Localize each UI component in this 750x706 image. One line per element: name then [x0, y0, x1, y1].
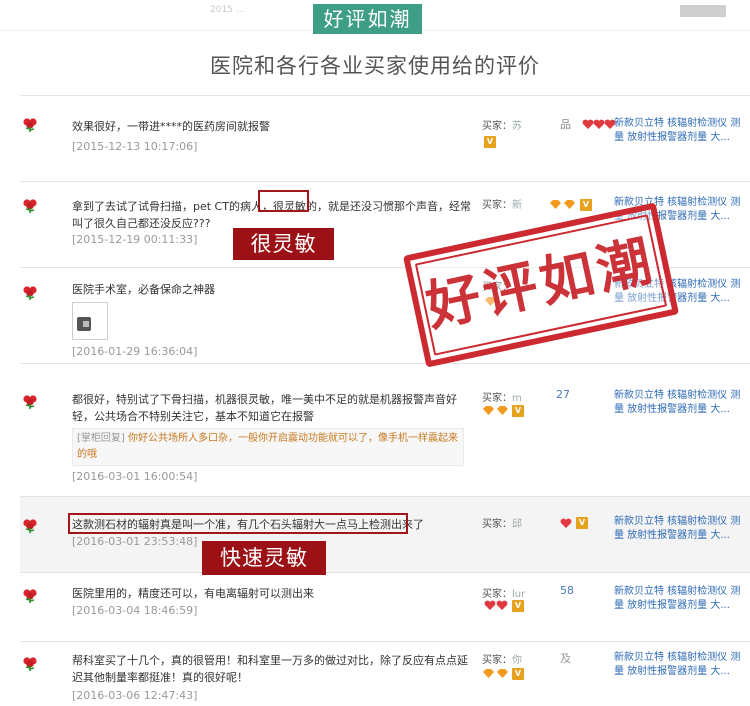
buyer-info: 买家：邱	[482, 515, 522, 530]
buyer-label: 买家：	[482, 589, 512, 600]
review-content: 帮科室买了十几个，真的很管用！和科室里一万多的做过对比，除了反应有点点延迟其他制…	[72, 654, 468, 684]
product-link[interactable]: 新款贝立特 核辐射检测仪 测量 放射性报警器剂量 大...	[614, 585, 748, 613]
review-content: 效果很好，一带进****的医药房间就报警	[72, 120, 270, 133]
rose-icon	[23, 118, 37, 132]
review-date: [2016-03-01 16:00:54]	[72, 470, 198, 483]
rose-icon	[23, 395, 37, 409]
review-date: [2015-12-19 00:11:33]	[72, 233, 198, 246]
review-content: 医院里用的，精度还可以，有电离辐射可以测出来	[72, 587, 314, 600]
buyer-name[interactable]: lur	[512, 589, 525, 600]
product-link[interactable]: 新款贝立特 核辐射检测仪 测量 放射性报警器剂量 大...	[614, 389, 748, 417]
review-date: [2015-12-13 10:17:06]	[72, 140, 198, 153]
vip-icon: V	[580, 199, 592, 211]
buyer-name[interactable]: 苏	[512, 121, 522, 132]
vip-icon: V	[512, 668, 524, 680]
annotation-label-sensitive: 很灵敏	[233, 228, 334, 260]
shop-reply: [掌柜回复] 你好公共场所人多口杂，一般你开启震动功能就可以了，像手机一样震起来…	[72, 428, 464, 466]
buyer-label: 买家：	[482, 519, 512, 530]
diamond-icon	[564, 200, 575, 209]
review-list: 效果很好，一带进****的医药房间就报警 [2015-12-13 10:17:0…	[20, 95, 750, 706]
buyer-level-number: 58	[560, 584, 574, 597]
diamond-icon	[550, 200, 561, 209]
review-content-part: 拿到了去试了试骨扫描，pet CT的病人，	[72, 200, 273, 213]
buyer-level-number: 27	[556, 388, 570, 401]
product-link[interactable]: 新款贝立特 核辐射检测仪 测量 放射性报警器剂量 大...	[614, 117, 748, 145]
vip-icon: V	[512, 600, 524, 612]
review-date: [2016-03-04 18:46:59]	[72, 604, 198, 617]
reply-tag: [掌柜回复]	[77, 433, 125, 444]
buyer-info: 买家：新	[482, 196, 522, 211]
buyer-info: 买家：m	[482, 389, 522, 404]
product-link[interactable]: 新款贝立特 核辐射检测仪 测量 放射性报警器剂量 大...	[614, 515, 748, 543]
diamond-icon	[497, 669, 508, 678]
heart-icon	[484, 600, 496, 610]
review-date: [2016-03-01 23:53:48]	[72, 535, 198, 548]
review-row: 这款测石材的辐射真是叫一个准，有几个石头辐射大一点马上检测出来了 [2016-0…	[20, 497, 750, 572]
rose-icon	[23, 199, 37, 213]
rose-icon	[23, 589, 37, 603]
buyer-label: 买家：	[482, 393, 512, 404]
product-link[interactable]: 新款贝立特 核辐射检测仪 测量 放射性报警器剂量 大...	[614, 651, 748, 679]
faint-header-text: 2015 …	[210, 5, 245, 15]
highlight-box-fast-sensitive	[68, 513, 408, 534]
rose-icon	[23, 519, 37, 533]
buyer-level-number: 及	[560, 652, 571, 665]
heart-icon	[560, 518, 572, 528]
faint-grey-block	[680, 5, 726, 17]
photo-detail	[83, 321, 89, 327]
buyer-label: 买家：	[482, 200, 512, 211]
review-row: 帮科室买了十几个，真的很管用！和科室里一万多的做过对比，除了反应有点点延迟其他制…	[20, 642, 750, 706]
annotation-label-fast-sensitive: 快速灵敏	[202, 541, 326, 575]
banner-title: 好评如潮	[313, 4, 422, 34]
review-row: 效果很好，一带进****的医药房间就报警 [2015-12-13 10:17:0…	[20, 96, 750, 181]
buyer-label: 买家：	[482, 121, 512, 132]
buyer-name[interactable]: 你	[512, 655, 522, 666]
buyer-label: 买家：	[482, 655, 512, 666]
heart-icon	[496, 600, 508, 610]
review-content: 医院手术室，必备保命之神器	[72, 283, 215, 296]
review-row: 都很好，特别试了下骨扫描，机器很灵敏，唯一美中不足的就是机器报警声音好轻，公共场…	[20, 364, 750, 491]
buyer-extra: 品	[560, 118, 571, 131]
reply-text: 你好公共场所人多口杂，一般你开启震动功能就可以了，像手机一样震起来的哦	[77, 433, 458, 460]
rose-icon	[23, 286, 37, 300]
highlight-box-sensitive	[258, 190, 309, 212]
review-row: 医院里用的，精度还可以，有电离辐射可以测出来 [2016-03-04 18:46…	[20, 573, 750, 641]
review-content: 都很好，特别试了下骨扫描，机器很灵敏，唯一美中不足的就是机器报警声音好轻，公共场…	[72, 393, 457, 423]
vip-icon: V	[484, 136, 496, 148]
buyer-info: 买家：lur	[482, 585, 525, 600]
diamond-icon	[483, 406, 494, 415]
vip-icon: V	[512, 405, 524, 417]
buyer-name[interactable]: 邱	[512, 519, 522, 530]
buyer-info: 买家：你	[482, 651, 522, 666]
buyer-name[interactable]: 新	[512, 200, 522, 211]
review-date: [2016-03-06 12:47:43]	[72, 689, 198, 702]
rose-icon	[23, 657, 37, 671]
vip-icon: V	[576, 517, 588, 529]
review-date: [2016-01-29 16:36:04]	[72, 345, 198, 358]
page-subtitle: 医院和各行各业买家使用给的评价	[210, 54, 540, 78]
review-photo-thumbnail[interactable]	[72, 302, 108, 340]
diamond-icon	[497, 406, 508, 415]
buyer-name[interactable]: m	[512, 393, 522, 404]
buyer-info: 买家：苏	[482, 117, 522, 132]
diamond-icon	[483, 669, 494, 678]
